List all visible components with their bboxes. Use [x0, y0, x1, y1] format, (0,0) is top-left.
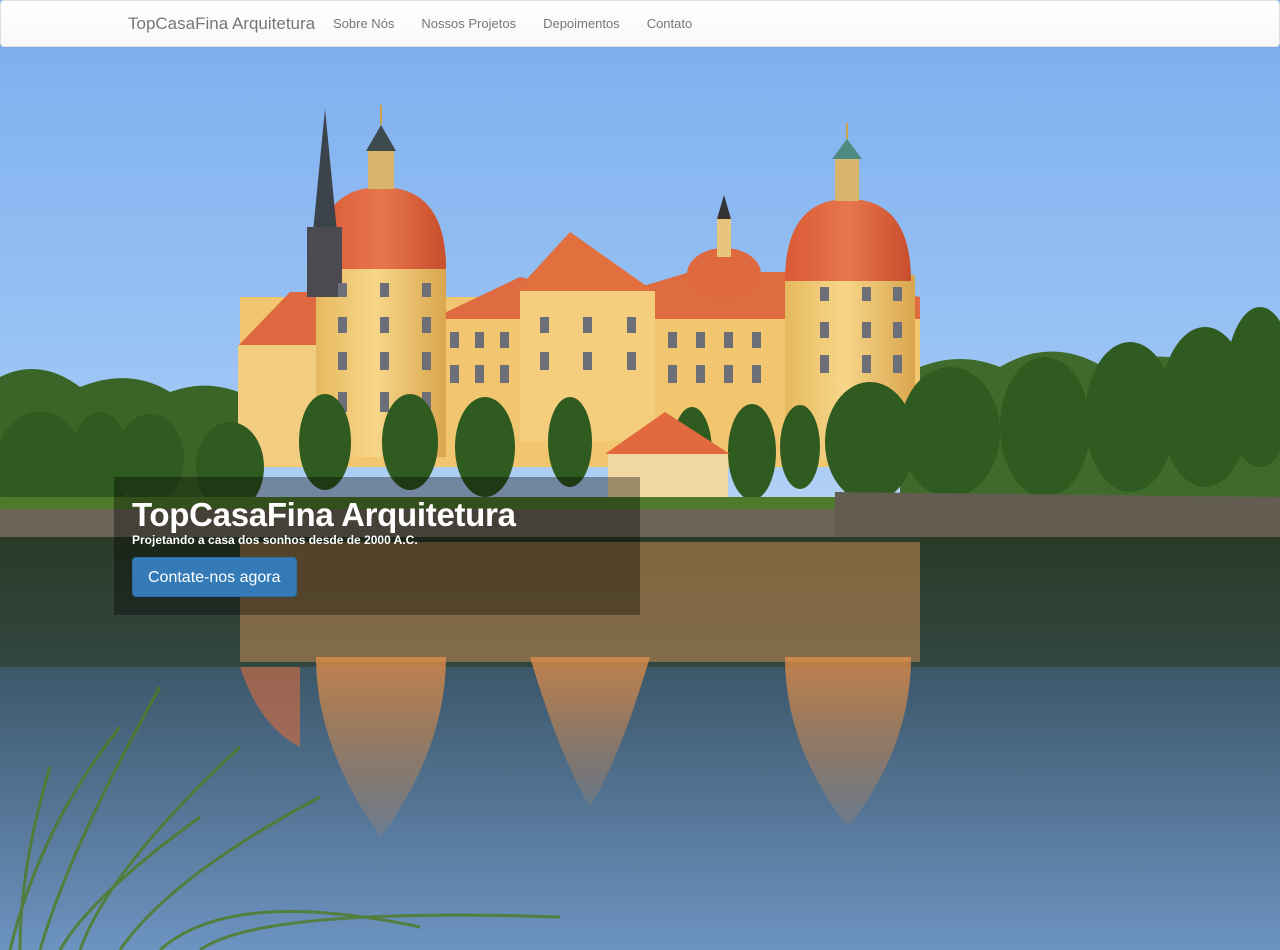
navbar: TopCasaFina Arquitetura Sobre Nós Nossos… — [0, 0, 1280, 47]
hero-title: TopCasaFina Arquitetura — [132, 496, 516, 533]
nav-item-contato[interactable]: Contato — [647, 16, 693, 31]
contact-now-button[interactable]: Contate-nos agora — [132, 557, 297, 597]
nav-item-sobre-nos[interactable]: Sobre Nós — [333, 16, 394, 31]
hero-caption: TopCasaFina Arquitetura Projetando a cas… — [114, 477, 640, 615]
nav-item-nossos-projetos[interactable]: Nossos Projetos — [421, 16, 516, 31]
hero-carousel: TopCasaFina Arquitetura Projetando a cas… — [0, 47, 1280, 950]
nav-menu: Sobre Nós Nossos Projetos Depoimentos Co… — [333, 16, 719, 31]
nav-item-depoimentos[interactable]: Depoimentos — [543, 16, 620, 31]
navbar-brand[interactable]: TopCasaFina Arquitetura — [128, 14, 315, 34]
hero-subtitle: Projetando a casa dos sonhos desde de 20… — [132, 533, 418, 547]
